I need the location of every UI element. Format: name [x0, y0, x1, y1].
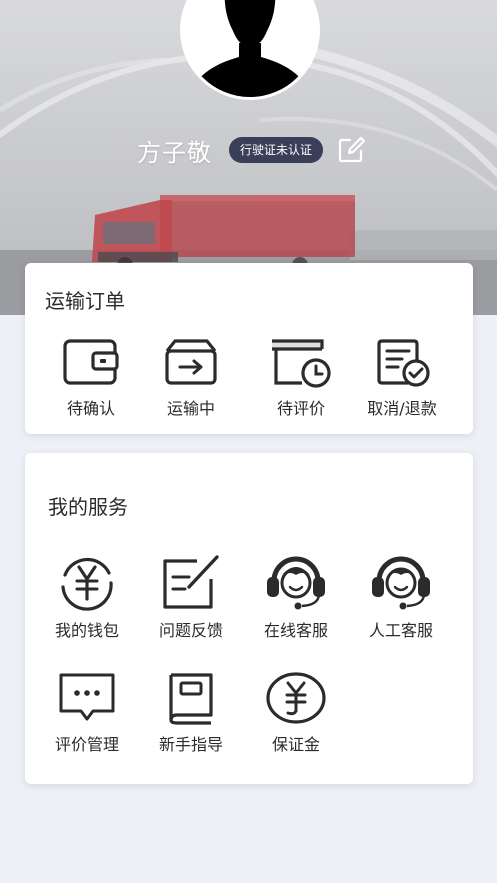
service-human-support[interactable]: 人工客服	[351, 553, 451, 641]
transport-orders-card: 运输订单 待确认 运输中 待评价 取消/退款	[25, 263, 473, 434]
order-in-transit[interactable]: 运输中	[141, 337, 241, 419]
service-item-label: 人工客服	[368, 621, 433, 640]
user-name: 方子敬	[137, 139, 212, 167]
order-item-label: 取消/退款	[367, 399, 437, 418]
orders-section-title: 运输订单	[45, 289, 125, 313]
pending-clock-icon	[272, 339, 331, 388]
my-services-card: 我的服务 我的钱包 问题反馈 在线客服 人工客服 评价管理 新手指导 保证金	[25, 453, 473, 784]
service-deposit[interactable]: 保证金	[246, 671, 346, 755]
service-item-label: 评价管理	[54, 735, 119, 754]
order-item-label: 待评价	[276, 399, 325, 418]
yen-coin-icon	[61, 557, 113, 611]
chat-bubble-icon	[59, 673, 115, 721]
edit-icon	[338, 136, 366, 163]
services-section-title: 我的服务	[48, 495, 128, 519]
headset-agent-icon	[372, 556, 430, 610]
headset-agent-icon	[267, 556, 325, 610]
order-pending-confirm[interactable]: 待确认	[41, 337, 141, 419]
user-silhouette-icon	[183, 0, 317, 97]
service-my-wallet[interactable]: 我的钱包	[37, 553, 137, 641]
service-item-label: 保证金	[271, 735, 320, 754]
license-status-badge[interactable]: 行驶证未认证	[229, 137, 324, 163]
feedback-edit-icon	[163, 555, 219, 609]
service-item-label: 新手指导	[158, 735, 223, 754]
document-check-icon	[377, 339, 430, 387]
order-item-label: 待确认	[66, 399, 115, 418]
order-item-label: 运输中	[166, 399, 215, 418]
service-feedback[interactable]: 问题反馈	[141, 553, 241, 641]
order-cancel-refund[interactable]: 取消/退款	[352, 337, 452, 419]
service-item-label: 问题反馈	[158, 621, 223, 640]
edit-profile-button[interactable]	[336, 135, 366, 165]
service-item-label: 在线客服	[263, 621, 328, 640]
guide-book-icon	[169, 673, 213, 725]
yen-deposit-icon	[266, 672, 326, 724]
avatar[interactable]	[180, 0, 320, 100]
service-review-management[interactable]: 评价管理	[37, 671, 137, 755]
transit-arrow-icon	[165, 339, 217, 385]
wallet-icon	[63, 339, 119, 385]
service-beginner-guide[interactable]: 新手指导	[141, 671, 241, 755]
order-pending-review[interactable]: 待评价	[251, 337, 351, 419]
service-item-label: 我的钱包	[54, 621, 119, 640]
service-online-support[interactable]: 在线客服	[246, 553, 346, 641]
